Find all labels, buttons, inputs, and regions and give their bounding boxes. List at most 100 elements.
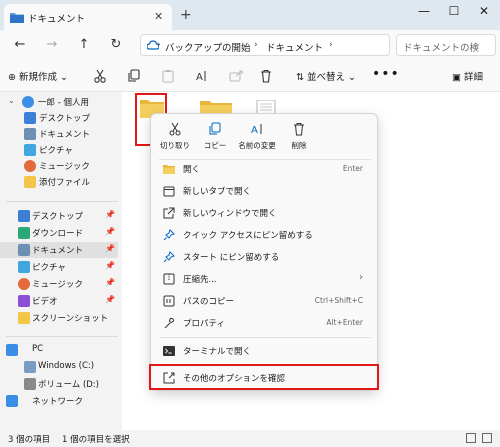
menu-item-compress[interactable]: 圧縮先... › (155, 268, 375, 290)
sidebar-item-music[interactable]: ミュージック (0, 158, 118, 174)
new-button[interactable]: ⊕ 新規作成 ⌄ (8, 69, 68, 83)
sidebar-item-label: ドキュメント (39, 130, 91, 140)
menu-item-label: 新しいタブで開く (183, 187, 252, 197)
address-chevron[interactable]: › (329, 40, 333, 50)
sidebar-item-label: ピクチャ (39, 146, 73, 156)
context-menu: 切り取り コピー A 名前の変更 削除 開く Enter 新しいタブで開く 新し… (150, 113, 378, 391)
document-icon (18, 244, 30, 256)
delete-icon[interactable] (258, 68, 274, 84)
menu-item-properties[interactable]: プロパティ Alt+Enter (155, 312, 375, 334)
minimize-button[interactable]: — (414, 4, 434, 22)
sidebar-item-screenshots[interactable]: スクリーンショット (0, 310, 118, 326)
tab-close-icon[interactable]: ✕ (154, 10, 163, 23)
rename-button[interactable]: A 名前の変更 (235, 118, 279, 156)
more-button[interactable]: ••• (372, 66, 400, 82)
search-placeholder: ドキュメントの検 (403, 43, 480, 54)
breadcrumb-backup[interactable]: バックアップの開始 (165, 40, 251, 54)
selected-count: 1 個の項目を選択 (62, 435, 130, 445)
menu-item-open-terminal[interactable]: ターミナルで開く (155, 340, 375, 362)
sidebar-item-music-pinned[interactable]: ミュージック 📌 (0, 276, 118, 292)
menu-item-label: 開く (183, 165, 201, 175)
sidebar-item-pictures-pinned[interactable]: ピクチャ 📌 (0, 259, 118, 275)
cut-button[interactable]: 切り取り (153, 118, 197, 156)
sidebar-item-downloads-pinned[interactable]: ダウンロード 📌 (0, 225, 118, 241)
address-chevron[interactable]: › (254, 40, 258, 50)
download-icon (18, 227, 30, 239)
menu-item-label: パスのコピー (183, 297, 235, 307)
delete-icon (292, 122, 306, 136)
pin-icon: 📌 (105, 261, 115, 270)
menu-item-shortcut: Alt+Enter (326, 318, 363, 327)
sidebar-item-onedrive[interactable]: ⌄ 一郎 - 個人用 (0, 94, 118, 110)
expand-chevron-icon[interactable]: ⌄ (8, 96, 15, 105)
cut-label: 切り取り (160, 141, 190, 150)
address-bar[interactable]: › バックアップの開始 › ドキュメント › (140, 34, 390, 56)
sidebar-item-network[interactable]: ネットワーク (0, 393, 118, 409)
sidebar-item-pictures[interactable]: ピクチャ (0, 142, 118, 158)
zip-icon (163, 273, 175, 285)
sidebar-item-documents[interactable]: ドキュメント (0, 126, 118, 142)
rename-icon[interactable]: A (194, 68, 210, 84)
sidebar-item-videos-pinned[interactable]: ビデオ 📌 (0, 293, 118, 309)
desktop-icon (18, 210, 30, 222)
back-button[interactable]: ← (12, 37, 28, 53)
close-window-button[interactable]: ✕ (474, 4, 494, 22)
menu-item-label: ターミナルで開く (183, 347, 252, 357)
copy-icon[interactable] (126, 68, 142, 84)
menu-item-copy-path[interactable]: パスのコピー Ctrl+Shift+C (155, 290, 375, 312)
menu-item-open[interactable]: 開く Enter (155, 158, 375, 180)
svg-text:A: A (251, 125, 258, 136)
sidebar-item-desktop[interactable]: デスクトップ (0, 110, 118, 126)
menu-item-shortcut: Enter (342, 164, 363, 173)
drive-icon (24, 378, 36, 390)
pin-icon: 📌 (105, 244, 115, 253)
paste-icon[interactable] (160, 68, 176, 84)
sort-button[interactable]: ⇅ 並べ替え ⌄ (296, 69, 356, 83)
menu-item-open-new-window[interactable]: 新しいウィンドウで開く (155, 202, 375, 224)
desktop-icon (24, 112, 36, 124)
network-icon (6, 395, 18, 407)
tab-documents[interactable]: ドキュメント ✕ (4, 4, 172, 30)
picture-icon (24, 144, 36, 156)
terminal-icon (163, 345, 175, 357)
sidebar-item-desktop-pinned[interactable]: デスクトップ 📌 (0, 208, 118, 224)
sidebar-item-label: Windows (C:) (38, 361, 95, 371)
sidebar-item-documents-pinned[interactable]: ドキュメント 📌 (0, 242, 118, 258)
sidebar-item-label: ボリューム (D:) (38, 380, 99, 390)
sidebar-item-label: PC (32, 344, 44, 354)
pin-icon: 📌 (105, 210, 115, 219)
menu-separator (159, 337, 371, 338)
video-icon (18, 295, 30, 307)
details-view-icon[interactable] (466, 433, 476, 443)
share-icon[interactable] (228, 68, 244, 84)
sidebar-item-label: ビデオ (32, 297, 58, 307)
up-button[interactable]: ↑ (76, 37, 92, 53)
sidebar-item-attachments[interactable]: 添付ファイル (0, 174, 118, 190)
search-box[interactable]: ドキュメントの検 (396, 34, 496, 56)
sidebar-divider (6, 201, 118, 202)
breadcrumb-documents[interactable]: ドキュメント (266, 40, 323, 54)
address-chevron[interactable]: › (157, 40, 161, 50)
menu-item-pin-quick-access[interactable]: クイック アクセスにピン留めする (155, 224, 375, 246)
menu-item-pin-start[interactable]: スタート にピン留めする (155, 246, 375, 268)
refresh-button[interactable]: ↻ (108, 37, 124, 53)
copy-button[interactable]: コピー (193, 118, 237, 156)
new-tab-button[interactable]: + (180, 7, 192, 23)
pin-icon (163, 229, 175, 241)
menu-item-label: 新しいウィンドウで開く (183, 209, 277, 219)
maximize-button[interactable]: ☐ (444, 4, 464, 22)
sidebar-item-label: 一郎 - 個人用 (38, 98, 89, 108)
sidebar-item-pc[interactable]: PC (0, 342, 118, 358)
forward-button[interactable]: → (44, 37, 60, 53)
more-options-highlight (149, 364, 379, 390)
details-button[interactable]: ▣ 詳細 (452, 69, 483, 83)
sidebar-item-drive-c[interactable]: Windows (C:) (0, 359, 118, 375)
delete-button[interactable]: 削除 (277, 118, 321, 156)
tiles-view-icon[interactable] (482, 433, 492, 443)
cut-icon[interactable] (92, 68, 108, 84)
sidebar-item-drive-d[interactable]: ボリューム (D:) (0, 376, 118, 392)
sidebar-item-label: ネットワーク (32, 397, 84, 407)
menu-item-open-new-tab[interactable]: 新しいタブで開く (155, 180, 375, 202)
delete-label: 削除 (291, 141, 307, 150)
rename-icon: A (250, 122, 264, 136)
